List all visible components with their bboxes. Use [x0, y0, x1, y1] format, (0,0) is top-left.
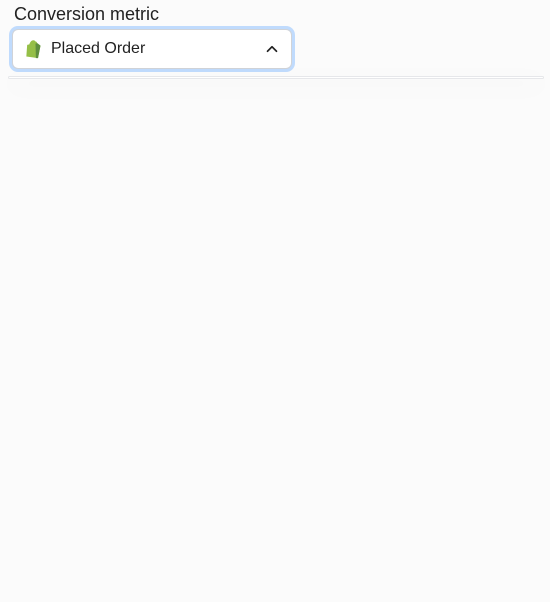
- chevron-up-icon: [263, 40, 281, 58]
- shopify-icon: [23, 39, 43, 59]
- conversion-metric-label: Conversion metric: [14, 4, 538, 25]
- selected-value: Placed Order: [51, 40, 263, 58]
- metric-dropdown: Typeform Filled Out Form Unbounce Filled…: [8, 76, 544, 79]
- conversion-metric-select[interactable]: Placed Order: [12, 29, 292, 69]
